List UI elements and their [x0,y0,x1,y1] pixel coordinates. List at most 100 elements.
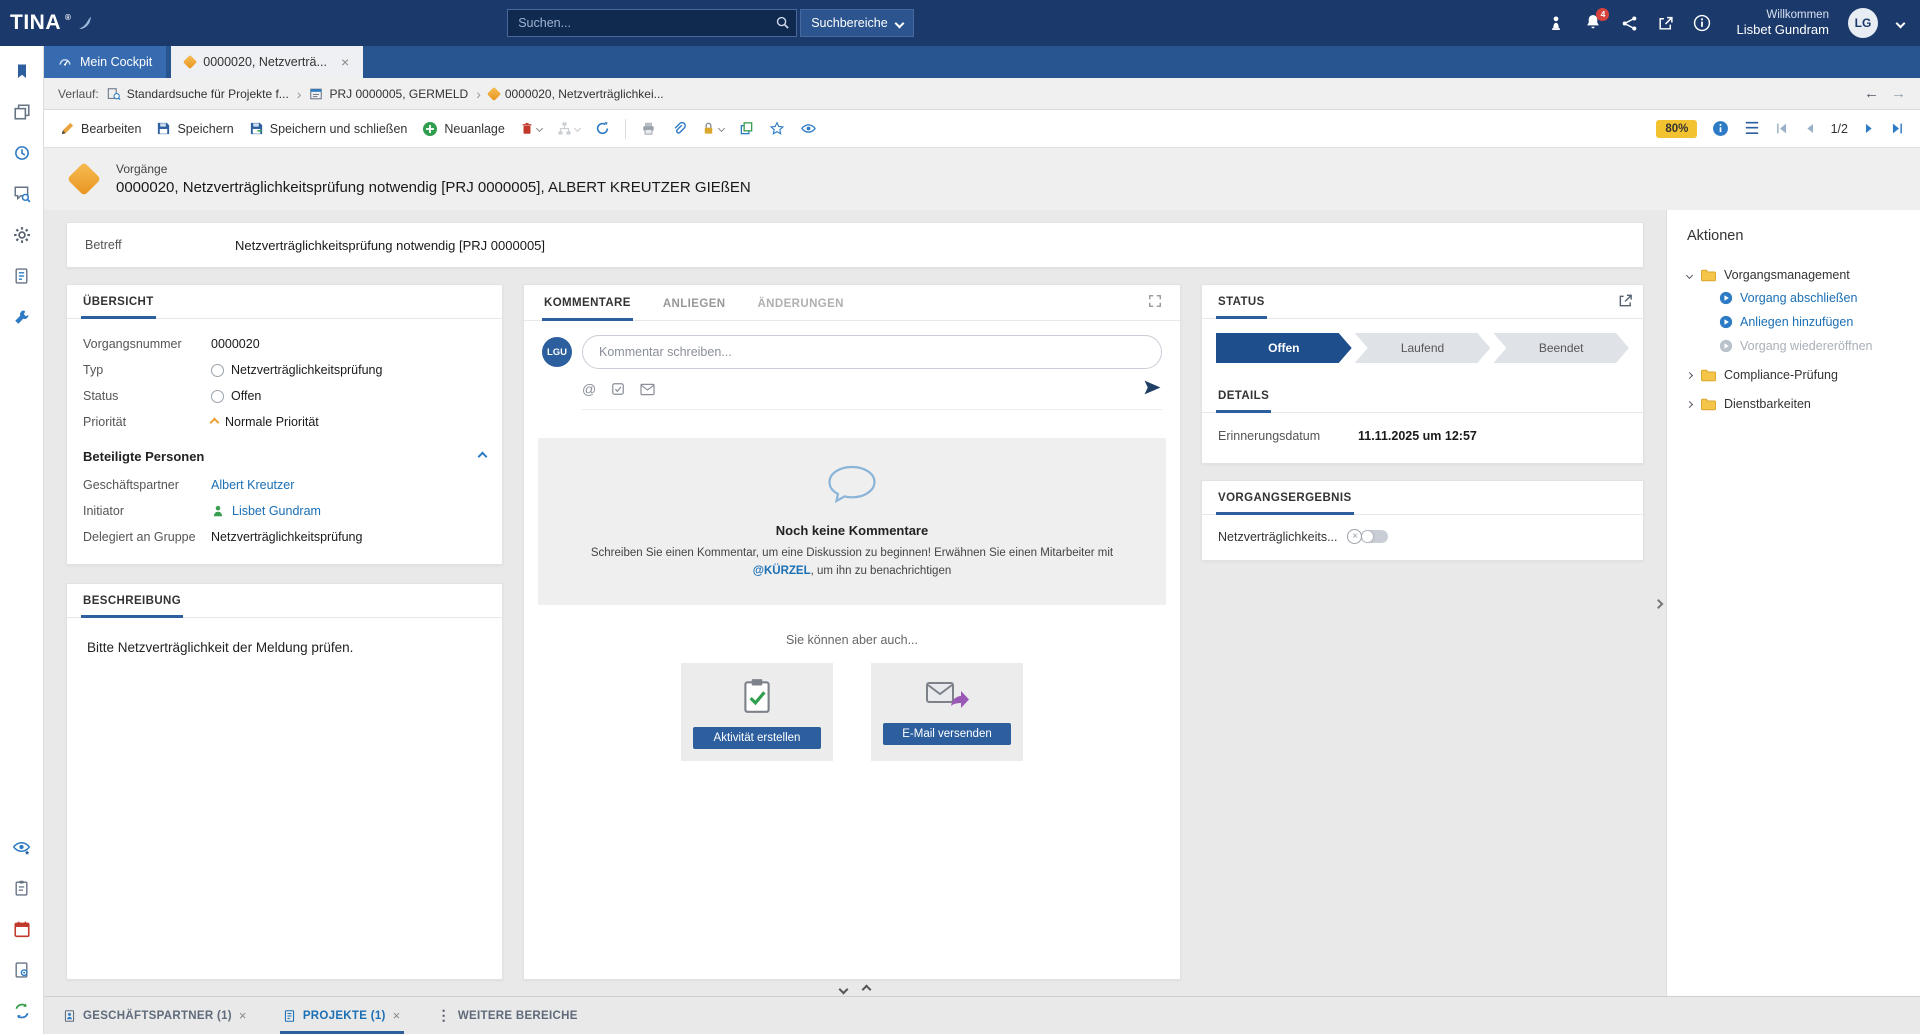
tab-record[interactable]: 0000020, Netzverträ... × [171,46,363,78]
send-email-button[interactable]: E-Mail versenden [883,723,1011,745]
first-page-icon[interactable] [1775,122,1789,135]
tab-anliegen[interactable]: ANLIEGEN [661,286,728,319]
initiator-link[interactable]: Lisbet Gundram [232,504,321,518]
action-group-vorgangsmanagement[interactable]: Vorgangsmanagement [1687,268,1900,282]
folder-icon [1700,397,1716,411]
clear-value-icon[interactable]: × [1347,529,1362,544]
action-anliegen-hinzufuegen[interactable]: Anliegen hinzufügen [1719,315,1900,329]
tab-projekte[interactable]: PROJEKTE (1) × [280,997,404,1034]
status-step-laufend[interactable]: Laufend [1355,333,1491,363]
action-vorgang-wiedereroeffnen[interactable]: Vorgang wiedereröffnen [1719,339,1900,353]
tab-geschaeftspartner[interactable]: GESCHÄFTSPARTNER (1) × [60,997,250,1034]
breadcrumb: Verlauf: Standardsuche für Projekte f...… [44,78,1920,110]
result-toggle[interactable]: × [1347,529,1388,544]
share-icon[interactable] [1621,15,1638,32]
history-icon[interactable] [8,140,36,166]
collapse-icon[interactable] [478,452,488,462]
tab-kommentare[interactable]: KOMMENTARE [542,285,633,321]
comment-input[interactable] [582,335,1162,369]
history-back-icon[interactable]: ← [1864,85,1879,102]
user-avatar[interactable]: LG [1848,8,1878,38]
create-activity-button[interactable]: Aktivität erstellen [693,727,821,749]
fullscreen-icon[interactable] [1148,294,1162,311]
open-external-icon[interactable] [1657,15,1674,32]
watchlist-eye-icon[interactable] [8,834,36,860]
radio-icon[interactable] [211,390,224,403]
save-close-button[interactable]: Speichern und schließen [249,121,408,136]
workflow-button[interactable] [557,121,580,136]
record-title: 0000020, Netzverträglichkeitsprüfung not… [116,179,751,196]
lock-icon [701,121,716,136]
print-button[interactable] [641,121,656,136]
comments-panel: KOMMENTARE ANLIEGEN ÄNDERUNGEN L [523,284,1181,980]
calendar-icon[interactable] [8,916,36,942]
breadcrumb-item-vorgang[interactable]: 0000020, Netzverträglichkei... [489,87,664,101]
persons-section-header[interactable]: Beteiligte Personen [67,435,502,472]
favorite-button[interactable] [769,121,785,136]
toggle-switch[interactable] [1361,530,1388,543]
window-stack-icon[interactable] [8,99,36,125]
chess-piece-icon[interactable] [1547,14,1565,32]
action-group-dienstbarkeiten[interactable]: Dienstbarkeiten [1687,397,1900,411]
delete-button[interactable] [520,121,542,136]
action-group-compliance[interactable]: Compliance-Prüfung [1687,368,1900,382]
status-step-offen[interactable]: Offen [1216,333,1352,363]
notifications-button[interactable]: 4 [1584,13,1602,34]
report-document-icon[interactable] [8,263,36,289]
sync-arrows-icon[interactable] [8,998,36,1024]
expand-actions-panel-icon[interactable] [1655,596,1662,611]
watch-button[interactable] [800,121,817,136]
last-page-icon[interactable] [1890,122,1904,135]
tools-wrench-icon[interactable] [8,304,36,330]
close-icon[interactable]: × [239,1008,247,1023]
edit-button[interactable]: Bearbeiten [60,121,141,136]
search-icon[interactable] [775,15,790,30]
search-input[interactable] [507,9,797,37]
refresh-button[interactable] [595,121,610,136]
previous-page-icon[interactable] [1804,122,1816,135]
search-scope-dropdown[interactable]: Suchbereiche [800,9,913,37]
collapse-down-icon[interactable] [839,985,849,995]
user-menu-chevron-icon[interactable] [1896,18,1906,28]
bookmarks-icon[interactable] [8,58,36,84]
settings-gear-icon[interactable] [8,222,36,248]
composer-avatar: LGU [542,337,572,367]
global-search: Suchbereiche [507,9,913,37]
partner-doc-icon [63,1009,76,1023]
new-record-button[interactable]: Neuanlage [422,121,504,137]
popout-edit-icon[interactable] [1618,293,1633,311]
result-title: VORGANGSERGEBNIS [1216,481,1354,515]
info-circle-icon[interactable] [1712,120,1729,137]
tab-weitere-bereiche[interactable]: ⋮ WEITERE BEREICHE [434,997,581,1034]
info-icon[interactable] [1693,14,1711,32]
radio-icon[interactable] [211,364,224,377]
collapse-up-icon[interactable] [862,985,872,995]
duplicate-button[interactable] [739,121,754,136]
partner-link[interactable]: Albert Kreutzer [211,478,294,492]
send-comment-button[interactable] [1143,379,1162,399]
comments-tab-bar: KOMMENTARE ANLIEGEN ÄNDERUNGEN [524,285,1180,321]
close-icon[interactable]: × [393,1008,401,1023]
zoom-badge[interactable]: 80% [1656,120,1697,138]
attachment-button[interactable] [671,121,686,136]
action-vorgang-abschliessen[interactable]: Vorgang abschließen [1719,291,1900,305]
floppy-close-icon [249,121,264,136]
status-step-beendet[interactable]: Beendet [1493,333,1629,363]
close-icon[interactable]: × [341,54,349,70]
save-button[interactable]: Speichern [156,121,233,136]
next-page-icon[interactable] [1863,122,1875,135]
mention-icon[interactable]: @ [582,381,596,397]
tab-aenderungen[interactable]: ÄNDERUNGEN [755,286,845,319]
notes-clipboard-icon[interactable] [8,875,36,901]
play-circle-icon [1719,291,1733,305]
task-icon[interactable] [611,382,625,396]
menu-icon[interactable]: ☰ [1744,120,1759,137]
breadcrumb-item-project[interactable]: PRJ 0000005, GERMELD [309,87,468,101]
document-settings-icon[interactable] [8,957,36,983]
email-icon[interactable] [640,383,655,396]
chat-search-icon[interactable] [8,181,36,207]
history-forward-icon[interactable]: → [1891,85,1906,102]
breadcrumb-item-search[interactable]: Standardsuche für Projekte f... [107,87,289,101]
tab-mein-cockpit[interactable]: Mein Cockpit [44,46,166,78]
lock-button[interactable] [701,121,724,136]
